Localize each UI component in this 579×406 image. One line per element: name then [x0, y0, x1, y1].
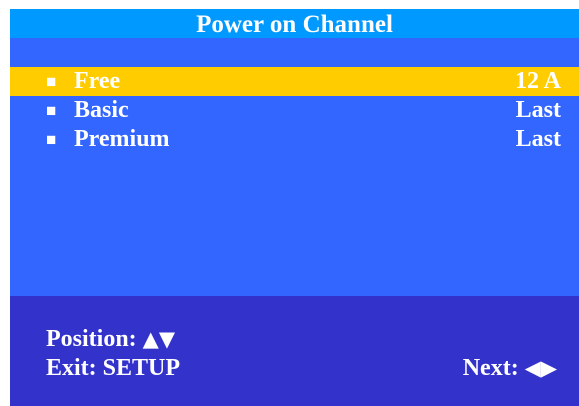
- exit-label: Exit: SETUP: [46, 355, 181, 381]
- menu-item-label: Basic: [74, 97, 129, 123]
- menu-item-premium[interactable]: ■ Premium Last: [10, 125, 579, 154]
- footer-help: Position: ▲▼ Exit: SETUP Next: ◀▶: [10, 296, 579, 406]
- left-right-arrows-icon: ◀▶: [524, 356, 557, 380]
- menu-item-label: Premium: [74, 126, 170, 152]
- next-label: Next:: [462, 355, 519, 381]
- menu-item-basic[interactable]: ■ Basic Last: [10, 96, 579, 125]
- menu-title: Power on Channel: [196, 11, 393, 38]
- position-label: Position:: [46, 326, 137, 352]
- up-down-arrows-icon: ▲▼: [142, 327, 175, 351]
- osd-screen: Power on Channel ■ Free 12 A ■ Basic Las…: [10, 9, 579, 406]
- bullet-icon: ■: [46, 130, 57, 149]
- menu-item-value[interactable]: 12 A: [515, 67, 561, 96]
- bullet-icon: ■: [46, 101, 57, 120]
- menu-item-free[interactable]: ■ Free 12 A: [10, 67, 579, 96]
- menu-list: ■ Free 12 A ■ Basic Last ■ Premium Last: [10, 38, 579, 296]
- position-hint: Position: ▲▼: [46, 325, 175, 354]
- menu-item-value[interactable]: Last: [516, 96, 561, 125]
- exit-hint: Exit: SETUP: [46, 354, 180, 383]
- menu-item-label: Free: [74, 68, 121, 94]
- bullet-icon: ■: [46, 72, 57, 91]
- title-bar: Power on Channel: [10, 9, 579, 38]
- next-hint: Next: ◀▶: [463, 354, 557, 383]
- menu-item-value[interactable]: Last: [516, 125, 561, 154]
